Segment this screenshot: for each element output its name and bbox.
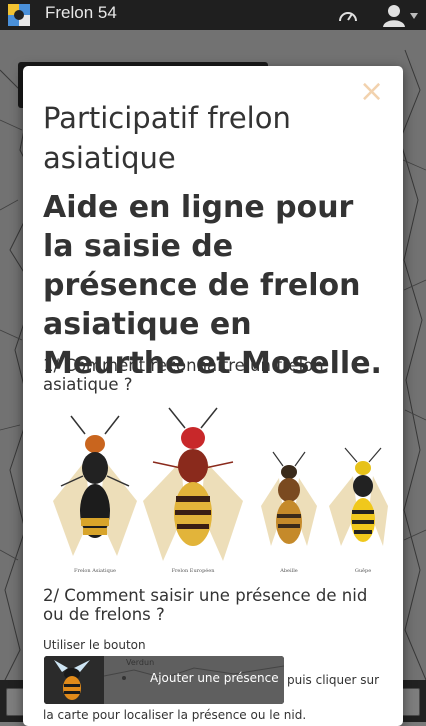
modal-title: Participatif frelon asiatique <box>43 101 291 175</box>
help-modal: × Participatif frelon asiatique Aide en … <box>23 66 403 726</box>
section-heading-report: 2/ Comment saisir une présence de nid ou… <box>43 586 368 624</box>
map-city-label: Verdun <box>126 658 155 667</box>
hornet-icon <box>54 660 90 700</box>
wasp-illustration: Guêpe <box>329 447 388 574</box>
caption-asian-hornet: Frelon Asiatique <box>74 568 116 574</box>
instruction-text-a: Utiliser le bouton <box>43 638 146 652</box>
caption-wasp: Guêpe <box>355 567 371 574</box>
asian-hornet-illustration: Frelon Asiatique <box>53 415 137 574</box>
app-header: Frelon 54 <box>0 0 426 30</box>
close-button[interactable]: × <box>359 77 384 107</box>
user-icon[interactable] <box>382 3 406 27</box>
app-logo[interactable] <box>6 2 32 28</box>
add-presence-label: Ajouter une présence <box>150 671 279 685</box>
app-title: Frelon 54 <box>45 3 117 22</box>
instruction-text-c: la carte pour localiser la présence ou l… <box>43 708 307 722</box>
insects-illustration: Frelon Asiatique Frelon Européen Abeille… <box>53 407 388 574</box>
instruction-text-b: puis cliquer sur <box>287 673 380 687</box>
caret-down-icon[interactable] <box>410 13 418 19</box>
dashboard-icon[interactable] <box>338 7 358 23</box>
caption-bee: Abeille <box>279 568 298 574</box>
help-heading: Aide en ligne pour la saisie de présence… <box>43 190 382 381</box>
european-hornet-illustration: Frelon Européen <box>143 407 243 574</box>
section-heading-recognize: 1/ Comment reconnaître un frelon asiatiq… <box>43 356 324 394</box>
bee-illustration: Abeille <box>261 451 317 574</box>
caption-european-hornet: Frelon Européen <box>172 567 216 574</box>
add-presence-button[interactable]: Verdun Ajouter une présence <box>44 656 284 704</box>
